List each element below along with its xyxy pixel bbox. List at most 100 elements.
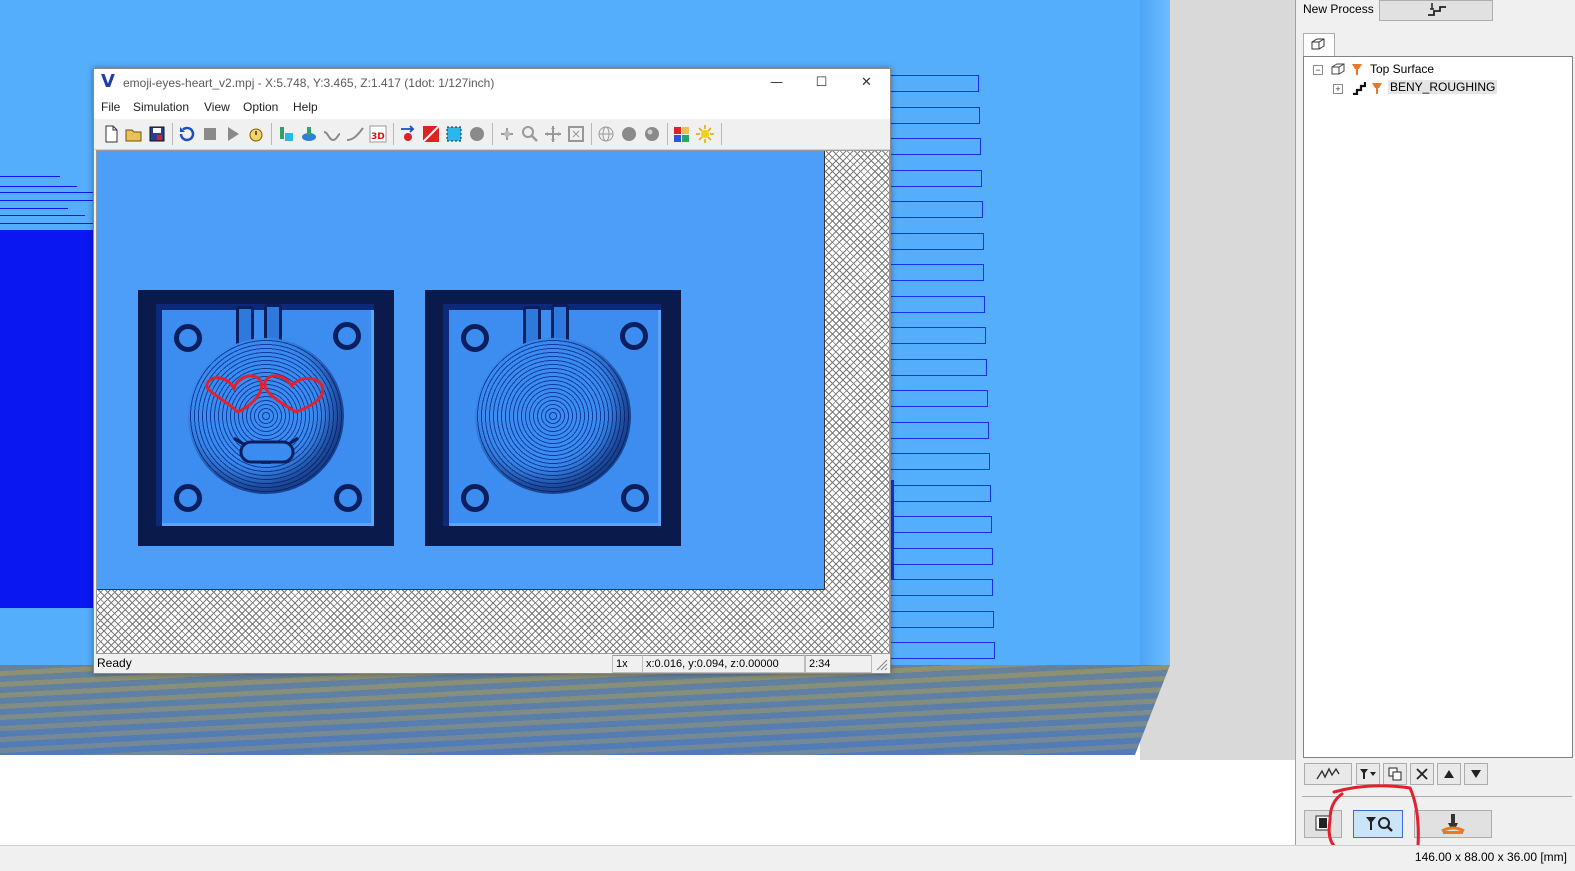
move-down-button[interactable]	[1464, 763, 1488, 785]
sphere-shade	[475, 338, 631, 494]
app-logo-icon: V	[101, 71, 115, 92]
menu-view[interactable]: View	[204, 100, 230, 114]
operation-tree[interactable]: − Top Surface + BENY_ROUGHING	[1303, 56, 1573, 758]
menu-bar: File Simulation View Option Help	[94, 97, 890, 119]
copy-icon	[1388, 767, 1402, 781]
toolpath-region	[0, 230, 96, 608]
stop-icon[interactable]	[200, 124, 220, 144]
toolpath-sliver	[0, 176, 60, 177]
color-map-icon[interactable]	[421, 124, 441, 144]
delete-icon	[1416, 768, 1428, 780]
new-process-button[interactable]	[1379, 0, 1493, 21]
move-up-button[interactable]	[1437, 763, 1461, 785]
surface-tool-icon	[1372, 83, 1382, 94]
reset-simulation-icon[interactable]	[177, 124, 197, 144]
pin-hole	[621, 484, 649, 512]
toolbar-separator	[271, 123, 272, 145]
simulation-view[interactable]	[96, 150, 890, 654]
move-icon[interactable]	[543, 124, 563, 144]
process-steps-icon	[1428, 3, 1446, 16]
tree-item-beny-roughing[interactable]: BENY_ROUGHING	[1388, 80, 1498, 94]
machine-tool-icon	[1441, 814, 1465, 834]
status-text: Ready	[97, 656, 132, 670]
tool-dropdown-icon	[1360, 769, 1376, 779]
toolpath-sliver	[0, 488, 84, 489]
menu-option[interactable]: Option	[243, 100, 278, 114]
title-bar[interactable]: V emoji-eyes-heart_v2.mpj - X:5.748, Y:3…	[94, 69, 890, 97]
menu-simulation[interactable]: Simulation	[133, 100, 189, 114]
toolpath-sliver	[0, 186, 77, 187]
close-button[interactable]: ✕	[844, 69, 889, 97]
simulation-window[interactable]: V emoji-eyes-heart_v2.mpj - X:5.748, Y:3…	[93, 68, 891, 674]
svg-text:3D: 3D	[371, 132, 385, 142]
collapse-toggle[interactable]: −	[1313, 65, 1323, 75]
sphere-solid-icon[interactable]	[619, 124, 639, 144]
minimize-button[interactable]: —	[754, 69, 799, 97]
toolbar-separator	[492, 123, 493, 145]
3d-view-icon[interactable]: 3D	[368, 124, 388, 144]
zoom-level: 1x	[612, 655, 643, 673]
toolbar-separator	[172, 123, 173, 145]
resize-grip-icon[interactable]	[876, 659, 888, 671]
step-icon[interactable]	[246, 124, 266, 144]
save-icon[interactable]	[147, 124, 167, 144]
toolpath-sliver	[0, 494, 101, 495]
simulated-stock	[97, 151, 825, 590]
toolbar-separator	[721, 123, 722, 145]
pan-icon[interactable]	[497, 124, 517, 144]
window-title: emoji-eyes-heart_v2.mpj - X:5.748, Y:3.4…	[123, 76, 495, 90]
toolpath-icon[interactable]	[322, 124, 342, 144]
cube-icon	[1311, 38, 1325, 50]
cut-direction-icon[interactable]	[398, 124, 418, 144]
stock-block-front	[0, 665, 1170, 755]
tool-view-icon[interactable]	[276, 124, 296, 144]
tab-operations[interactable]	[1303, 33, 1335, 56]
shade-icon[interactable]	[467, 124, 487, 144]
mold-right	[425, 290, 681, 546]
open-folder-icon[interactable]	[124, 124, 144, 144]
toolpath-sliver	[0, 192, 94, 193]
stock-view-icon[interactable]	[299, 124, 319, 144]
select-area-icon[interactable]	[444, 124, 464, 144]
tree-item-top-surface[interactable]: Top Surface	[1370, 62, 1434, 76]
mold-left	[138, 290, 394, 546]
path-line-icon[interactable]	[345, 124, 365, 144]
toolpath-sliver	[0, 370, 67, 371]
play-icon[interactable]	[223, 124, 243, 144]
status-bar: Ready 1x x:0.016, y:0.094, z:0.00000 2:3…	[94, 654, 890, 673]
color-palette-icon[interactable]	[672, 124, 692, 144]
toolpath-pattern-icon	[1316, 767, 1340, 780]
roughing-icon	[1353, 82, 1366, 95]
pin-hole	[461, 324, 489, 352]
cube-icon	[1331, 63, 1345, 75]
light-icon[interactable]	[695, 124, 715, 144]
expand-toggle[interactable]: +	[1333, 84, 1343, 94]
toolpath-sliver	[0, 208, 68, 209]
toolpath-sliver	[0, 215, 85, 216]
toolbar-separator	[591, 123, 592, 145]
pin-hole	[620, 322, 648, 350]
coordinate-readout: x:0.016, y:0.094, z:0.00000	[642, 655, 805, 673]
toolbar: 3D	[94, 119, 890, 150]
sphere-shaded-icon[interactable]	[642, 124, 662, 144]
move-down-icon	[1471, 770, 1481, 778]
toolpath-sliver	[0, 345, 76, 346]
heart-eyes-annotation	[205, 374, 325, 414]
zoom-icon[interactable]	[520, 124, 540, 144]
toolbar-separator	[667, 123, 668, 145]
pin-hole	[461, 484, 489, 512]
bottom-status-bar: 146.00 x 88.00 x 36.00 [mm]	[0, 845, 1575, 871]
toolbar-separator	[393, 123, 394, 145]
elapsed-time: 2:34	[805, 655, 872, 673]
sphere-wire-icon[interactable]	[596, 124, 616, 144]
new-file-icon[interactable]	[101, 124, 121, 144]
move-up-icon	[1444, 770, 1454, 778]
process-panel: New Process − Top Surface + BENY_ROUGHIN…	[1295, 0, 1575, 845]
fit-view-icon[interactable]	[566, 124, 586, 144]
toolpath-sliver	[0, 223, 102, 224]
surface-tool-icon	[1352, 64, 1362, 75]
maximize-button[interactable]: ☐	[799, 69, 844, 97]
menu-file[interactable]: File	[101, 100, 120, 114]
new-process-label: New Process	[1303, 2, 1374, 16]
menu-help[interactable]: Help	[293, 100, 318, 114]
